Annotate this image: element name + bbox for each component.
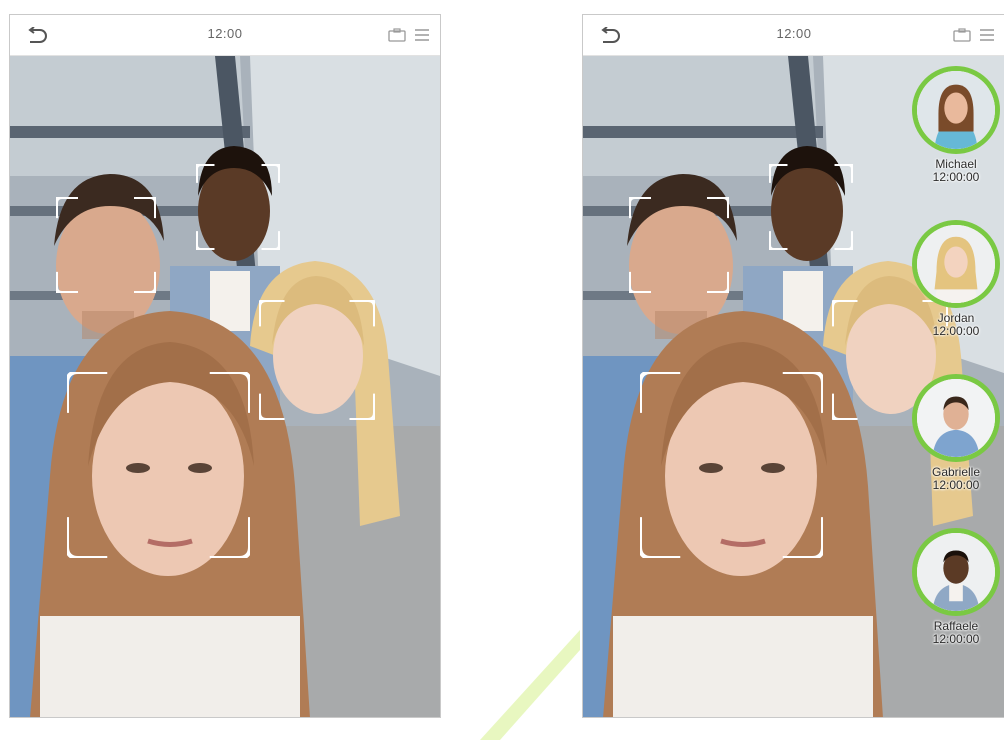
man-brown-hair-avatar [917,379,995,457]
face-detection-frame [56,197,156,293]
face-detection-frame [640,372,823,558]
face-detection-frame [629,197,729,293]
user-avatar [912,374,1000,462]
status-time: 12:00 [776,26,812,41]
status-time: 12:00 [207,26,243,41]
recognition-time: 12:00:00 [932,478,980,492]
woman-blonde-avatar [917,225,995,303]
face-detection-frame [259,300,375,420]
status-icons [388,28,430,42]
menu-icon[interactable] [979,28,995,42]
camera-icon[interactable] [953,28,971,42]
user-avatar [912,220,1000,308]
user-avatar [912,528,1000,616]
camera-icon[interactable] [388,28,406,42]
face-detection-frame [196,164,280,250]
woman-dark-hair-avatar [917,71,995,149]
recognition-time: 12:00:00 [932,170,980,184]
man-dark-skin-avatar [917,533,995,611]
face-detection-frame [769,164,853,250]
watermark-swoosh [480,630,580,740]
status-bar: 12:00 [10,15,440,56]
camera-preview: Michael 12:00:00 Jordan 12:00:00 Gabriel… [583,56,1004,717]
recognition-screen: 12:00 Michael 12:00:00 Jordan 12:00:00 G… [582,14,1004,718]
camera-preview [10,56,440,717]
recognition-result-item[interactable]: Gabrielle 12:00:00 [901,374,1004,492]
face-detection-frame [67,372,250,558]
recognition-time: 12:00:00 [932,632,980,646]
recognition-result-item[interactable]: Jordan 12:00:00 [901,220,1004,338]
recognition-time: 12:00:00 [932,324,980,338]
detection-screen: 12:00 [9,14,441,718]
status-icons [953,28,995,42]
menu-icon[interactable] [414,28,430,42]
user-avatar [912,66,1000,154]
recognition-result-item[interactable]: Raffaele 12:00:00 [901,528,1004,646]
recognition-result-item[interactable]: Michael 12:00:00 [901,66,1004,184]
status-bar: 12:00 [583,15,1004,56]
